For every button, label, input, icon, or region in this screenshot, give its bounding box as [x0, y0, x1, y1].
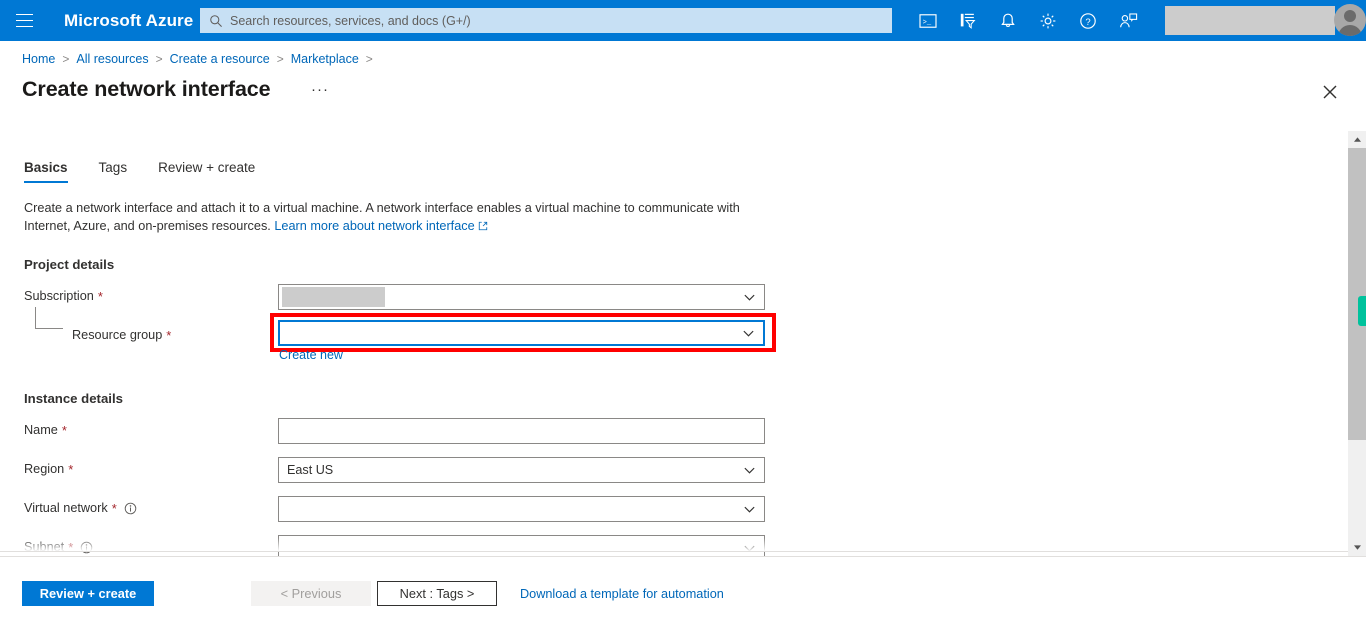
breadcrumb: Home > All resources > Create a resource… [22, 50, 380, 68]
virtual-network-label-text: Virtual network [24, 500, 108, 515]
previous-button: < Previous [251, 581, 371, 606]
close-icon[interactable] [1318, 80, 1342, 104]
scrollbar-position-marker [1358, 296, 1366, 326]
info-icon[interactable] [124, 502, 137, 515]
azure-brand-logo[interactable]: Microsoft Azure [64, 11, 193, 31]
blade-description: Create a network interface and attach it… [24, 200, 784, 235]
feedback-person-icon[interactable] [1108, 0, 1148, 41]
breadcrumb-item-all-resources[interactable]: All resources [76, 52, 148, 66]
region-dropdown[interactable]: East US [278, 457, 765, 483]
virtual-network-dropdown[interactable] [278, 496, 765, 522]
account-info-redacted [1165, 6, 1335, 35]
scrollbar-thumb[interactable] [1348, 148, 1366, 440]
learn-more-link[interactable]: Learn more about network interface [274, 219, 474, 233]
name-label: Name * [24, 422, 67, 439]
breadcrumb-separator: > [62, 51, 70, 66]
resource-group-dropdown[interactable] [278, 320, 765, 346]
page-title: Create network interface [22, 77, 271, 101]
review-create-button[interactable]: Review + create [22, 581, 154, 606]
name-input[interactable] [278, 418, 765, 444]
hamburger-menu-icon[interactable] [0, 0, 48, 41]
breadcrumb-separator: > [155, 51, 163, 66]
chevron-down-icon [743, 542, 756, 555]
global-search-placeholder: Search resources, services, and docs (G+… [230, 13, 471, 28]
name-label-text: Name [24, 422, 58, 437]
external-link-icon [478, 219, 488, 230]
required-asterisk: * [61, 423, 67, 438]
avatar-head-shape [1344, 10, 1356, 22]
search-icon [209, 14, 223, 28]
top-nav-icon-group: >_ ? [908, 0, 1148, 41]
tab-basics[interactable]: Basics [24, 160, 68, 183]
content-scrollbar[interactable] [1348, 131, 1366, 556]
notifications-bell-icon[interactable] [988, 0, 1028, 41]
next-tags-button[interactable]: Next : Tags > [377, 581, 497, 606]
resource-group-tree-connector [35, 307, 63, 329]
chevron-down-icon [742, 327, 755, 340]
tab-review-create[interactable]: Review + create [158, 160, 255, 183]
breadcrumb-item-create-a-resource[interactable]: Create a resource [170, 52, 270, 66]
chevron-down-icon [743, 291, 756, 304]
info-icon[interactable] [80, 541, 93, 554]
content-bottom-divider [0, 551, 1348, 552]
scroll-down-arrow-icon[interactable] [1348, 539, 1366, 556]
chevron-down-icon [743, 503, 756, 516]
section-heading-project-details: Project details [24, 257, 115, 272]
region-value: East US [287, 463, 334, 477]
svg-text:>_: >_ [923, 19, 932, 27]
user-avatar[interactable] [1334, 4, 1366, 36]
breadcrumb-separator: > [365, 51, 373, 66]
region-label-text: Region [24, 461, 65, 476]
required-asterisk: * [97, 289, 103, 304]
create-new-resource-group-link[interactable]: Create new [279, 348, 343, 362]
chevron-down-icon [743, 464, 756, 477]
required-asterisk: * [68, 540, 74, 555]
section-heading-instance-details: Instance details [24, 391, 123, 406]
required-asterisk: * [68, 462, 74, 477]
required-asterisk: * [111, 501, 117, 516]
subscription-label: Subscription * [24, 288, 103, 305]
subscription-value-redacted [282, 287, 385, 307]
resource-group-label: Resource group * [72, 327, 172, 344]
subscription-label-text: Subscription [24, 288, 94, 303]
tab-tags[interactable]: Tags [99, 160, 128, 183]
blade-tab-list: Basics Tags Review + create [24, 160, 286, 183]
svg-text:?: ? [1085, 16, 1090, 27]
breadcrumb-item-home[interactable]: Home [22, 52, 55, 66]
more-actions-button[interactable]: ··· [308, 82, 332, 104]
scroll-up-arrow-icon[interactable] [1348, 131, 1366, 148]
required-asterisk: * [166, 328, 172, 343]
breadcrumb-item-marketplace[interactable]: Marketplace [291, 52, 359, 66]
region-label: Region * [24, 461, 74, 478]
blade-footer-action-bar: Review + create < Previous Next : Tags >… [0, 557, 1366, 625]
directories-subscriptions-icon[interactable] [948, 0, 988, 41]
subscription-dropdown[interactable] [278, 284, 765, 310]
resource-group-label-text: Resource group [72, 327, 163, 342]
cloud-shell-icon[interactable]: >_ [908, 0, 948, 41]
settings-gear-icon[interactable] [1028, 0, 1068, 41]
virtual-network-label: Virtual network * [24, 500, 137, 516]
help-question-icon[interactable]: ? [1068, 0, 1108, 41]
global-search-input[interactable]: Search resources, services, and docs (G+… [200, 8, 892, 33]
breadcrumb-separator: > [276, 51, 284, 66]
avatar-body-shape [1338, 25, 1362, 36]
global-top-navigation-bar: Microsoft Azure Search resources, servic… [0, 0, 1366, 41]
download-template-link[interactable]: Download a template for automation [520, 581, 724, 606]
